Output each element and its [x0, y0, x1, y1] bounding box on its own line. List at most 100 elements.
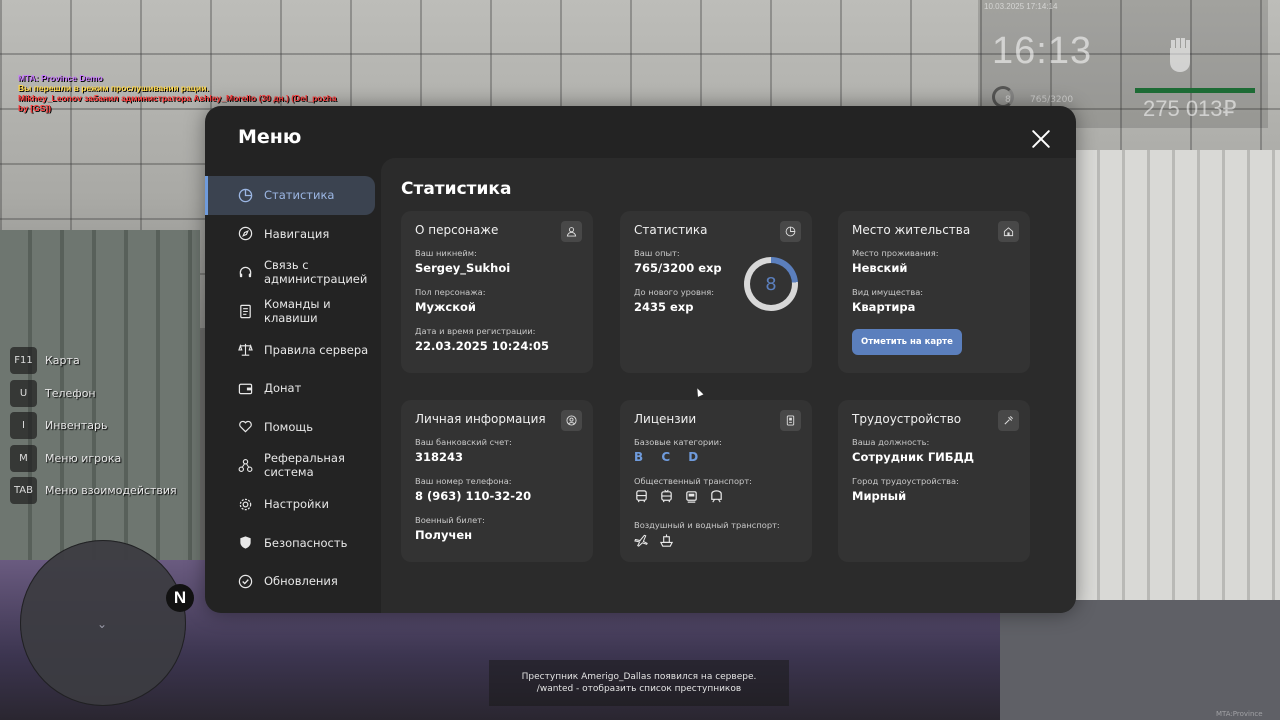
health-bar [1135, 88, 1255, 93]
sidebar-item-label: Статистика [264, 188, 335, 203]
key-label: Меню игрока [45, 451, 122, 465]
scales-icon [237, 342, 253, 358]
card-title: Статистика [634, 223, 708, 237]
metro-icon [709, 489, 724, 508]
check-circle-icon [237, 573, 253, 589]
sidebar-item-navigation[interactable]: Навигация [205, 215, 381, 254]
field-label: Ваш никнейм: [415, 248, 477, 258]
server-notice: Преступник Amerigo_Dallas появился на се… [489, 660, 789, 706]
phone-value: 8 (963) 110-32-20 [415, 489, 532, 503]
chart-pie-icon [780, 221, 801, 242]
sidebar-item-label: Обновления [264, 574, 338, 589]
sex-value: Мужской [415, 300, 476, 314]
keybind-phone[interactable]: U Телефон [10, 379, 177, 408]
card-employment: Трудоустройство Ваша должность: Сотрудни… [838, 400, 1030, 562]
network-icon [237, 457, 253, 473]
position-value: Сотрудник ГИБДД [852, 450, 975, 464]
sidebar-item-referral[interactable]: Реферальная система [205, 446, 381, 485]
job-city-value: Мирный [852, 489, 907, 503]
field-label: Ваша должность: [852, 437, 930, 447]
trolleybus-icon [659, 489, 674, 508]
key-label: Карта [45, 354, 80, 367]
floor-right [1000, 600, 1280, 720]
compass-icon [237, 226, 253, 242]
key-cap: U [10, 379, 37, 407]
sidebar-item-label: Помощь [264, 419, 314, 434]
chart-pie-icon [237, 187, 253, 203]
sidebar-item-label: Настройки [264, 497, 329, 512]
sidebar-item-settings[interactable]: Настройки [205, 485, 381, 524]
sidebar: Статистика Навигация Связь с администрац… [205, 176, 381, 601]
sidebar-item-commands[interactable]: Команды и клавиши [205, 292, 381, 331]
key-label: Инвентарь [45, 419, 108, 432]
key-cap: I [10, 412, 37, 439]
sidebar-item-updates[interactable]: Обновления [205, 562, 381, 601]
field-label: Дата и время регистрации: [415, 326, 536, 336]
sidebar-item-security[interactable]: Безопасность [205, 523, 381, 562]
bank-account-value: 318243 [415, 450, 464, 464]
card-title: Трудоустройство [852, 412, 962, 426]
key-label: Телефон [45, 386, 96, 400]
keybind-player-menu[interactable]: M Меню игрока [10, 444, 177, 473]
nickname-value: Sergey_Sukhoi [415, 261, 511, 275]
military-id-value: Получен [415, 528, 473, 542]
plane-icon [634, 533, 649, 552]
sidebar-item-help[interactable]: Помощь [205, 408, 381, 447]
card-title: Личная информация [415, 412, 546, 426]
gear-icon [237, 496, 253, 512]
keybind-map[interactable]: F11 Карта [10, 346, 177, 375]
air-water-transport-icons [634, 533, 798, 552]
sidebar-item-label: Навигация [264, 226, 330, 241]
field-label: Ваш банковский счет: [415, 437, 512, 447]
compass-north: N [166, 584, 194, 612]
fist-icon [1162, 34, 1198, 74]
hammer-icon [998, 410, 1019, 431]
sidebar-item-donate[interactable]: Донат [205, 369, 381, 408]
menu-window: Меню Статистика Навигация Связь с админи… [205, 106, 1076, 613]
field-label: Военный билет: [415, 515, 485, 525]
key-cap: TAB [10, 477, 37, 504]
property-type-value: Квартира [852, 300, 916, 314]
close-icon[interactable] [1031, 129, 1051, 149]
bus-icon [634, 489, 649, 508]
menu-title: Меню [238, 126, 302, 148]
hud-time: 16:13 [992, 30, 1093, 72]
shield-icon [237, 535, 253, 551]
page-title: Статистика [401, 179, 512, 199]
tram-icon [684, 489, 699, 508]
chat-line: MTA: Province Demo [18, 73, 103, 83]
sidebar-item-support[interactable]: Связь с администрацией [205, 253, 381, 292]
mark-on-map-button[interactable]: Отметить на карте [852, 329, 962, 355]
sidebar-item-label: Команды и клавиши [264, 297, 331, 326]
field-label: Вид имущества: [852, 287, 924, 297]
field-label: Место проживания: [852, 248, 939, 258]
wallet-icon [237, 380, 253, 396]
card-title: О персонаже [415, 223, 499, 237]
document-icon [237, 303, 253, 319]
key-cap: M [10, 444, 37, 472]
field-label: Базовые категории: [634, 437, 722, 447]
card-character: О персонаже Ваш никнейм: Sergey_Sukhoi П… [401, 211, 593, 373]
hud-money: 275 013₽ [1143, 96, 1237, 121]
boat-icon [659, 533, 674, 552]
hud-date: 10.03.2025 17:14:14 [984, 2, 1058, 11]
keybind-interaction-menu[interactable]: TAB Меню взоимодействия [10, 476, 177, 505]
player-arrow-icon: ⌄ [97, 617, 108, 631]
sidebar-item-statistics[interactable]: Статистика [205, 176, 375, 215]
sidebar-item-label: Донат [264, 381, 302, 396]
notice-line: Преступник Amerigo_Dallas появился на се… [521, 672, 757, 682]
level-value: 8 [750, 263, 792, 305]
registration-value: 22.03.2025 10:24:05 [415, 339, 549, 353]
public-transport-icons [634, 489, 798, 508]
card-stats: Статистика Ваш опыт: 765/3200 exp До нов… [620, 211, 812, 373]
field-label: Пол персонажа: [415, 287, 486, 297]
field-label: Ваш номер телефона: [415, 476, 512, 486]
sidebar-item-label: Связь с администрацией [264, 258, 368, 287]
hud-level: 8 [1005, 95, 1011, 105]
card-residence: Место жительства Место проживания: Невск… [838, 211, 1030, 373]
key-cap: F11 [10, 347, 37, 374]
field-label: Город трудоустройства: [852, 476, 959, 486]
sidebar-item-rules[interactable]: Правила сервера [205, 330, 381, 369]
user-circle-icon [561, 410, 582, 431]
keybind-inventory[interactable]: I Инвентарь [10, 411, 177, 440]
